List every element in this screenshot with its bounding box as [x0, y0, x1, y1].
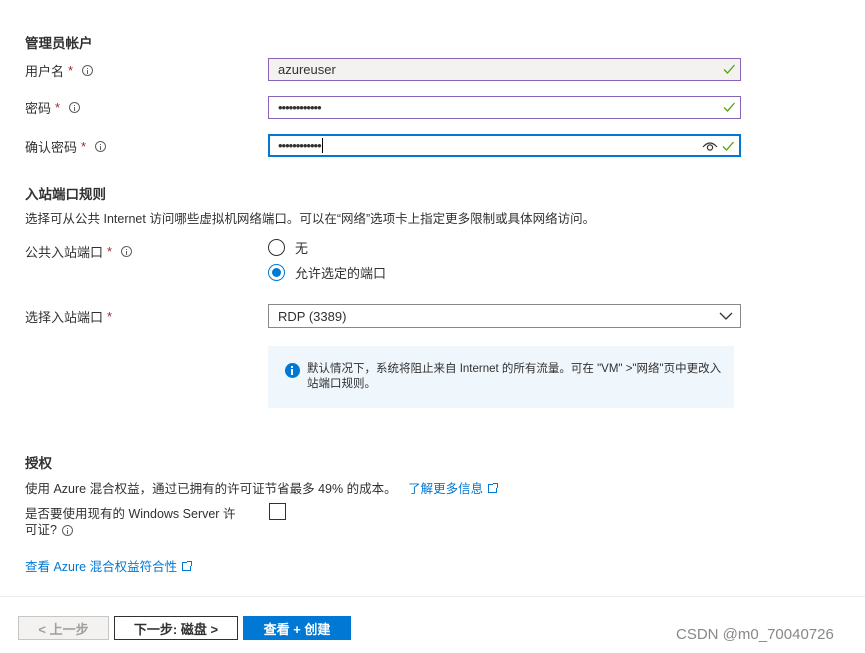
password-label: 密码 *	[25, 98, 81, 117]
username-value: azureuser	[278, 62, 336, 77]
required-mark: *	[68, 63, 74, 78]
radio-label: 允许选定的端口	[295, 266, 387, 281]
confirm-label-text: 确认密码	[25, 140, 78, 155]
check-icon	[723, 64, 735, 74]
learn-more-text: 了解更多信息	[408, 482, 484, 496]
username-label: 用户名 *	[25, 61, 94, 80]
watermark: CSDN @m0_70040726	[676, 626, 834, 643]
previous-button[interactable]: < 上一步	[18, 616, 109, 640]
info-icon[interactable]	[61, 524, 73, 536]
required-mark: *	[107, 244, 113, 259]
chevron-down-icon	[719, 312, 733, 320]
windows-license-checkbox[interactable]	[269, 503, 286, 520]
public-inbound-label-text: 公共入站端口	[25, 245, 104, 260]
radio-button[interactable]	[268, 239, 285, 256]
windows-license-question: 是否要使用现有的 Windows Server 许 可证?	[25, 506, 235, 538]
external-link-icon	[488, 483, 499, 493]
license-section-title: 授权	[25, 456, 52, 471]
info-icon[interactable]	[69, 102, 81, 113]
radio-option-none[interactable]: 无	[268, 238, 308, 257]
public-inbound-label: 公共入站端口 *	[25, 242, 133, 261]
inbound-description: 选择可从公共 Internet 访问哪些虚拟机网络端口。可以在“网络”选项卡上指…	[25, 212, 596, 226]
info-icon[interactable]	[82, 65, 94, 76]
question-line-1: 是否要使用现有的 Windows Server 许	[25, 507, 236, 521]
footer-divider	[0, 596, 865, 597]
inbound-ports-dropdown[interactable]: RDP (3389)	[268, 304, 741, 328]
required-mark: *	[107, 309, 113, 324]
select-inbound-label-text: 选择入站端口	[25, 310, 104, 325]
next-disks-button[interactable]: 下一步: 磁盘 >	[114, 616, 238, 640]
external-link-icon	[182, 561, 193, 571]
learn-more-link[interactable]: 了解更多信息	[408, 482, 499, 496]
admin-section-title: 管理员帐户	[25, 36, 93, 51]
username-input[interactable]: azureuser	[268, 58, 741, 81]
check-icon	[723, 102, 735, 112]
confirm-password-label: 确认密码 *	[25, 137, 107, 156]
info-icon[interactable]	[121, 246, 133, 257]
license-description-text: 使用 Azure 混合权益，通过已拥有的许可证节省最多 49% 的成本。	[25, 482, 397, 496]
eye-icon[interactable]	[702, 139, 718, 153]
check-icon	[722, 141, 734, 151]
compliance-link[interactable]: 查看 Azure 混合权益符合性	[25, 556, 193, 575]
radio-label: 无	[295, 241, 309, 256]
info-filled-icon	[285, 363, 300, 378]
compliance-link-text: 查看 Azure 混合权益符合性	[25, 560, 178, 574]
text-caret	[321, 138, 323, 153]
radio-button-selected[interactable]	[268, 264, 285, 281]
info-icon[interactable]	[95, 141, 107, 152]
select-inbound-label: 选择入站端口 *	[25, 307, 112, 326]
review-create-button[interactable]: 查看 + 创建	[243, 616, 351, 640]
inbound-section-title: 入站端口规则	[25, 187, 106, 202]
password-input[interactable]: ••••••••••••	[268, 96, 741, 119]
radio-option-allow[interactable]: 允许选定的端口	[268, 263, 386, 282]
confirm-password-input[interactable]: ••••••••••••	[268, 134, 741, 157]
license-description: 使用 Azure 混合权益，通过已拥有的许可证节省最多 49% 的成本。 了解更…	[25, 478, 499, 497]
info-banner-text: 默认情况下，系统将阻止来自 Internet 的所有流量。可在 "VM" >"网…	[307, 363, 722, 390]
dropdown-value: RDP (3389)	[278, 308, 347, 324]
password-value: ••••••••••••	[278, 100, 322, 115]
info-banner: 默认情况下，系统将阻止来自 Internet 的所有流量。可在 "VM" >"网…	[268, 346, 734, 408]
required-mark: *	[55, 100, 61, 115]
required-mark: *	[81, 139, 87, 154]
password-label-text: 密码	[25, 101, 52, 116]
question-line-2: 可证?	[25, 523, 57, 537]
question-line-2-row: 可证?	[25, 522, 235, 538]
confirm-value: ••••••••••••	[278, 138, 322, 153]
username-label-text: 用户名	[25, 64, 65, 79]
